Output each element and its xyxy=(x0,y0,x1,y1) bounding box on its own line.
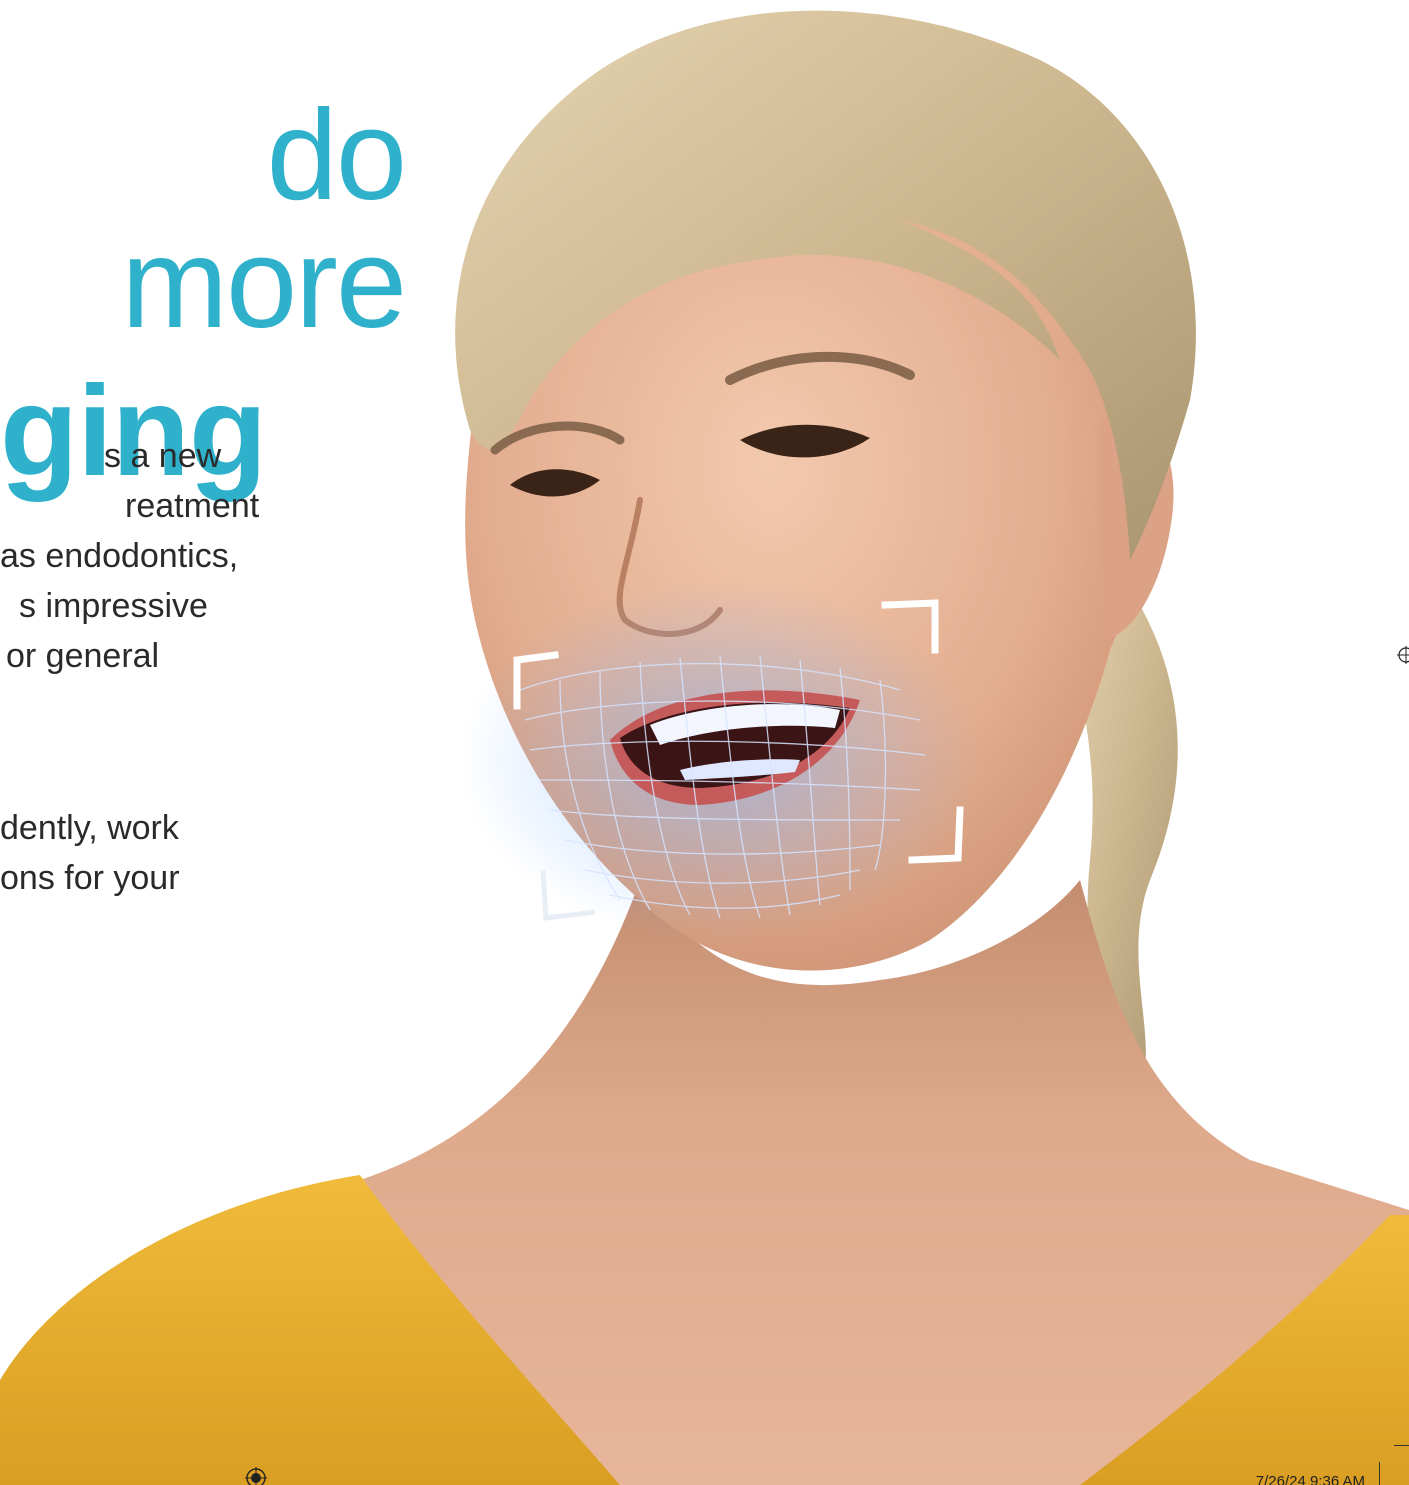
paragraph1-line: s impressive xyxy=(19,587,208,625)
page: do more ging s a new reatment as endodon… xyxy=(0,0,1409,1485)
paragraph1-line: s a new xyxy=(104,437,222,475)
body-paragraph-1: s a new reatment as endodontics, s impre… xyxy=(0,431,300,681)
paragraph1-line: reatment xyxy=(125,487,260,525)
paragraph2-line: ons for your xyxy=(0,859,180,897)
crop-mark xyxy=(1379,1462,1380,1485)
registration-mark-icon xyxy=(1397,646,1409,664)
body-paragraph-2: dently, work ons for your xyxy=(0,803,300,903)
paragraph1-line: or general xyxy=(6,637,160,675)
headline-line1: do more xyxy=(121,84,407,355)
registration-mark-icon xyxy=(245,1467,267,1485)
paragraph1-line: as endodontics, xyxy=(0,537,239,575)
crop-mark xyxy=(1394,1445,1409,1446)
paragraph2-line: dently, work xyxy=(0,809,179,847)
print-timestamp: 7/26/24 9:36 AM xyxy=(1255,1473,1365,1485)
